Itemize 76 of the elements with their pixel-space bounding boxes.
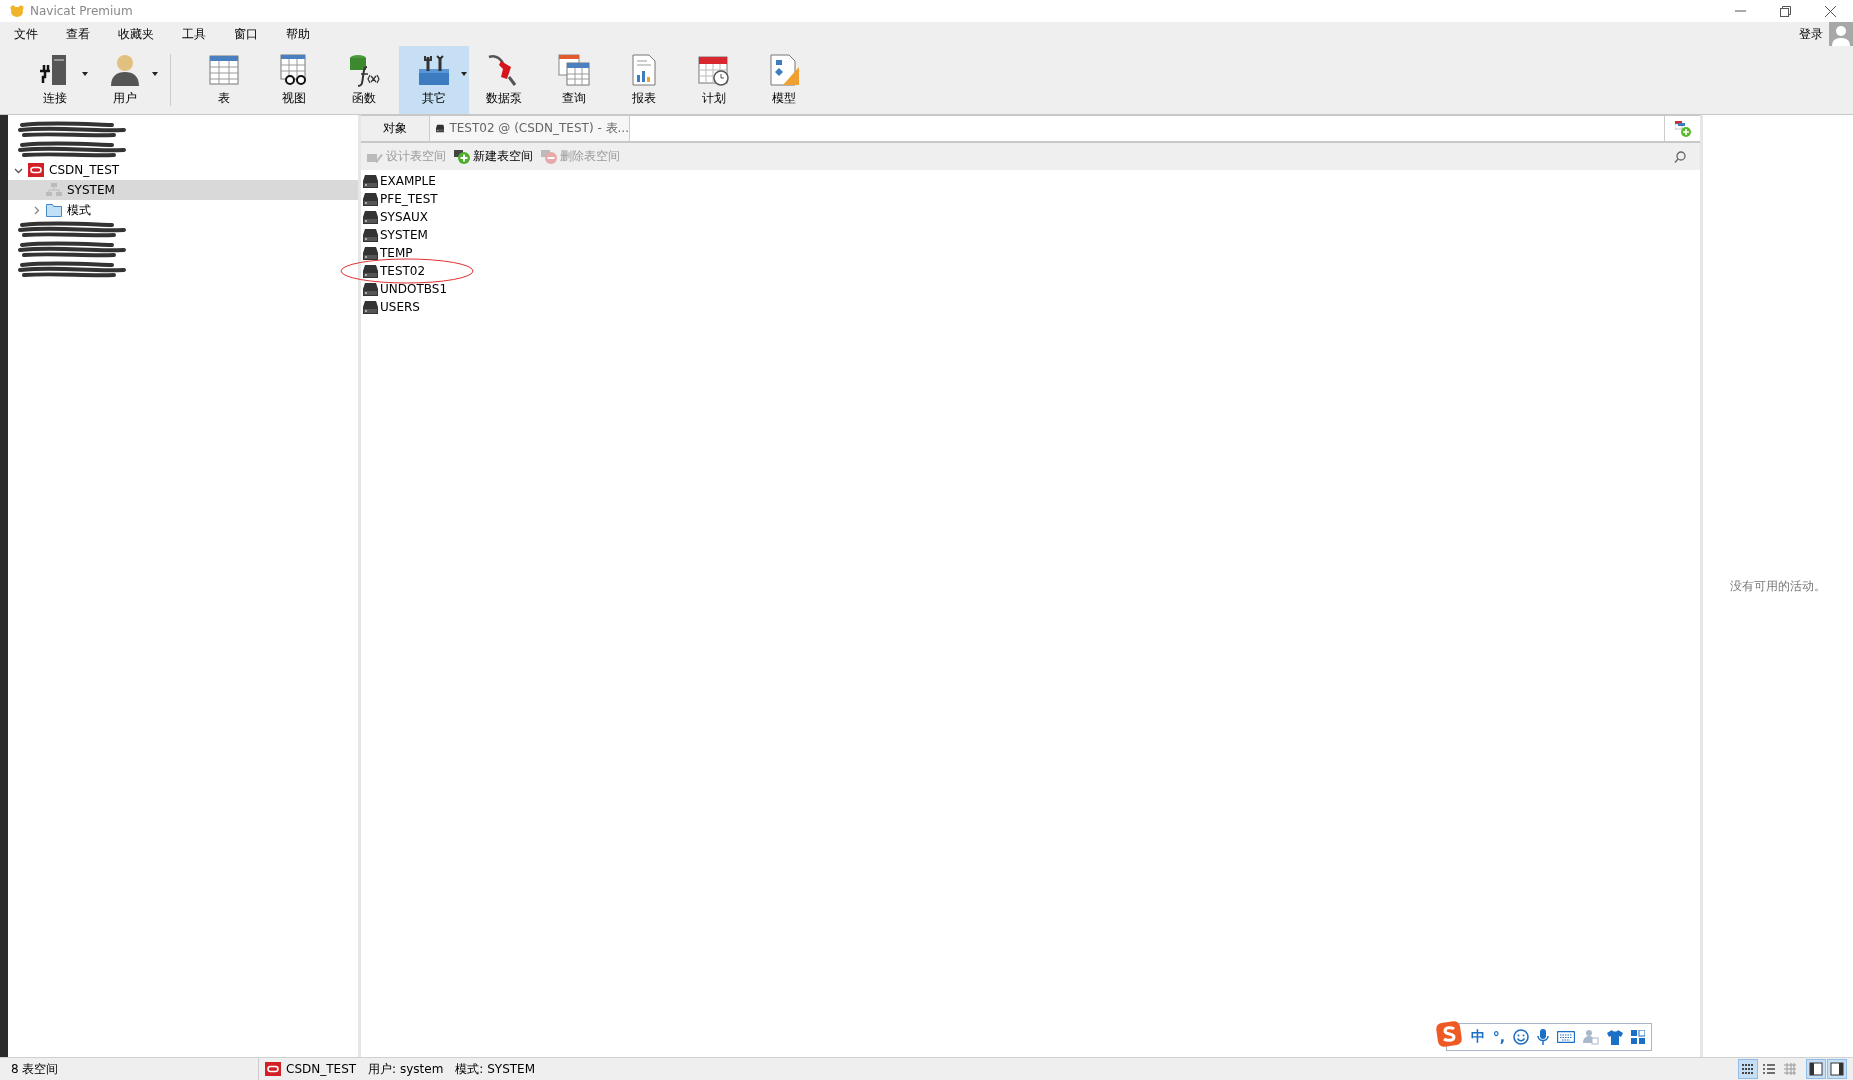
toolbar-button[interactable]: 表 xyxy=(189,46,259,114)
tablespace-item[interactable]: TEMP xyxy=(380,246,413,260)
query-table-icon xyxy=(557,53,591,87)
view-toggle[interactable] xyxy=(1738,1059,1758,1079)
login-link[interactable]: 登录 xyxy=(1799,25,1823,43)
status-text: 8 表空间 xyxy=(11,1060,59,1078)
calendar-clock-icon xyxy=(697,53,731,87)
menu-item[interactable]: 收藏夹 xyxy=(116,25,168,43)
right-pane-icon xyxy=(1830,1062,1844,1076)
tablespace-item[interactable]: UNDOTBS1 xyxy=(380,282,448,296)
caret-icon[interactable] xyxy=(461,72,467,76)
database-icon xyxy=(265,1062,281,1076)
model-diagram-icon xyxy=(767,53,801,87)
toolbar-button[interactable]: 新建表空间 xyxy=(454,148,533,165)
menu-item[interactable]: 帮助 xyxy=(284,25,324,43)
restore-icon[interactable] xyxy=(1780,5,1791,17)
caret-icon[interactable] xyxy=(82,72,88,76)
menu-item[interactable]: 查看 xyxy=(64,25,104,43)
grid-icon[interactable] xyxy=(1631,1030,1645,1044)
tablespace-item[interactable]: USERS xyxy=(380,300,420,314)
tablespace-item[interactable]: SYSTEM xyxy=(380,228,428,242)
pane-toggle[interactable] xyxy=(1806,1059,1826,1079)
toolbar-button[interactable]: 其它 xyxy=(399,46,469,114)
tablespace-item[interactable]: SYSAUX xyxy=(380,210,428,224)
tree-item[interactable]: CSDN_TEST xyxy=(49,163,120,177)
input-method-logo-icon[interactable] xyxy=(1434,1020,1463,1048)
schema-label: 模式: SYSTEM xyxy=(455,1060,535,1078)
app-logo-icon xyxy=(10,5,24,17)
menu-item[interactable]: 文件 xyxy=(12,25,52,43)
tablespace-item[interactable]: EXAMPLE xyxy=(380,174,436,188)
toolbox-icon xyxy=(417,53,451,87)
left-pane-icon xyxy=(1809,1062,1823,1076)
remove-disk-icon xyxy=(541,149,557,164)
close-icon[interactable] xyxy=(1825,5,1836,17)
toolbar-button[interactable]: 用户 xyxy=(90,46,160,114)
toolbar-button[interactable]: 计划 xyxy=(679,46,749,114)
microphone-icon[interactable] xyxy=(1537,1029,1549,1045)
menu-item[interactable]: 工具 xyxy=(180,25,220,43)
add-disk-icon xyxy=(454,149,470,164)
caret-icon[interactable] xyxy=(152,72,158,76)
table-icon xyxy=(207,53,241,87)
input-method-mode[interactable]: °, xyxy=(1492,1029,1505,1045)
person-icon xyxy=(108,53,142,87)
collapsed-chevron-icon[interactable] xyxy=(32,205,41,215)
database-icon xyxy=(28,163,44,177)
tablespace-item[interactable]: PFE_TEST xyxy=(380,192,438,206)
menu-item[interactable]: 窗口 xyxy=(232,25,272,43)
toolbar-button[interactable]: 视图 xyxy=(259,46,329,114)
add-table-icon[interactable] xyxy=(1674,120,1691,137)
detail-view-icon xyxy=(1783,1062,1797,1076)
empty-message: 没有可用的活动。 xyxy=(1730,577,1826,595)
tab[interactable]: TEST02 @ (CSDN_TEST) - 表... xyxy=(429,116,629,141)
keyboard-icon[interactable] xyxy=(1557,1031,1575,1043)
search-icon[interactable] xyxy=(1674,150,1686,163)
toolbar-button[interactable]: 函数 xyxy=(329,46,399,114)
tree-item[interactable]: 模式 xyxy=(67,201,91,219)
connection-name: CSDN_TEST xyxy=(286,1062,357,1076)
toolbar-button[interactable]: 模型 xyxy=(749,46,819,114)
user-label: 用户: system xyxy=(368,1060,444,1078)
input-method-mode[interactable]: 中 xyxy=(1470,1028,1485,1046)
grid-view-icon xyxy=(1741,1064,1755,1074)
schema-tree-icon xyxy=(46,183,62,197)
toolbar-button[interactable]: 连接 xyxy=(20,46,90,114)
tree-item[interactable]: SYSTEM xyxy=(67,183,115,197)
smiley-icon[interactable] xyxy=(1513,1029,1529,1045)
pane-toggle[interactable] xyxy=(1827,1059,1847,1079)
tab[interactable]: 对象 xyxy=(361,116,429,141)
list-view-icon xyxy=(1762,1064,1776,1074)
function-icon xyxy=(347,53,381,87)
toolbar-button[interactable]: 查询 xyxy=(539,46,609,114)
folder-icon xyxy=(46,203,62,217)
shirt-icon[interactable] xyxy=(1607,1029,1623,1045)
toolbar-button[interactable]: 报表 xyxy=(609,46,679,114)
toolbar-button[interactable]: 数据泵 xyxy=(469,46,539,114)
tablespace-item[interactable]: TEST02 xyxy=(380,264,426,278)
window-title: Navicat Premium xyxy=(30,4,134,18)
